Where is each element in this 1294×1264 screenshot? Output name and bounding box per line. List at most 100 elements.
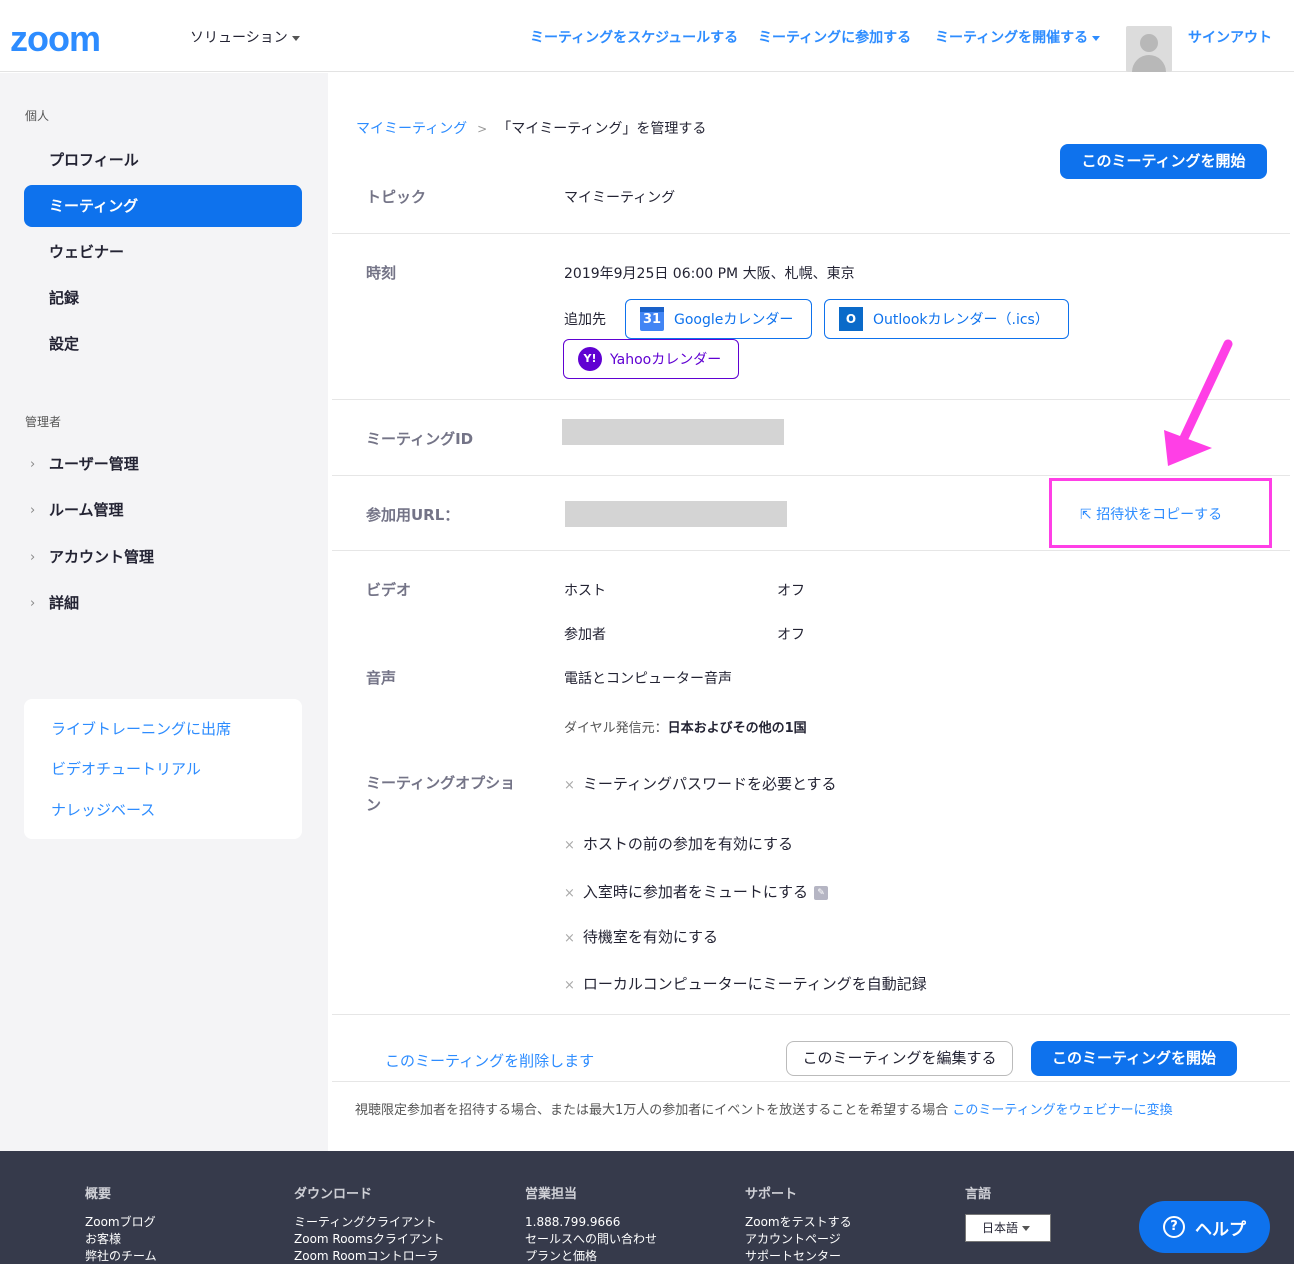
dial-from-value: 日本およびその他の1国	[667, 721, 807, 736]
dial-from: ダイヤル発信元：日本およびその他の1国	[564, 717, 807, 736]
nav-join-link[interactable]: ミーティングに参加する	[758, 27, 911, 47]
outlook-calendar-label: Outlookカレンダー（.ics）	[873, 312, 1049, 328]
yahoo-calendar-button[interactable]: Y! Yahooカレンダー	[563, 339, 739, 379]
meeting-options-label: ミーティングオプション	[366, 774, 516, 814]
video-participant-label: 参加者	[564, 627, 606, 643]
sidebar-item-user-management[interactable]: ユーザー管理	[24, 443, 302, 485]
footer-heading: 営業担当	[525, 1187, 578, 1202]
outlook-icon: O	[839, 307, 863, 331]
footer-link[interactable]: サポートセンター	[745, 1248, 852, 1264]
webinar-note-text: 視聴限定参加者を招待する場合、または最大1万人の参加者にイベントを放送することを…	[355, 1103, 949, 1118]
row-divider	[332, 1014, 1290, 1015]
webinar-conversion-note: 視聴限定参加者を招待する場合、または最大1万人の参加者にイベントを放送することを…	[355, 1099, 1173, 1118]
nav-host-label: ミーティングを開催する	[935, 30, 1089, 46]
sidebar: 個人 プロフィール ミーティング ウェビナー 記録 設定 管理者 › ユーザー管…	[0, 73, 328, 1151]
meeting-id-value-redacted	[562, 419, 784, 445]
video-tutorials-link[interactable]: ビデオチュートリアル	[51, 758, 201, 779]
x-icon: ×	[564, 886, 575, 901]
footer-link[interactable]: プランと価格	[525, 1248, 657, 1264]
sidebar-item-profile[interactable]: プロフィール	[24, 139, 302, 181]
footer-link[interactable]: Zoomをテストする	[745, 1214, 852, 1231]
row-divider	[332, 550, 1290, 551]
delete-meeting-link[interactable]: このミーティングを削除します	[385, 1050, 594, 1071]
help-button[interactable]: ? ヘルプ	[1139, 1201, 1270, 1253]
start-meeting-button-bottom[interactable]: このミーティングを開始	[1031, 1041, 1237, 1076]
option-label: 待機室を有効にする	[582, 928, 719, 946]
language-value: 日本語	[982, 1221, 1019, 1235]
yahoo-calendar-label: Yahooカレンダー	[610, 352, 722, 368]
question-icon: ?	[1163, 1216, 1185, 1238]
footer-link[interactable]: 弊社のチーム	[85, 1248, 157, 1264]
solutions-menu[interactable]: ソリューション	[190, 27, 300, 47]
outlook-calendar-button[interactable]: O Outlookカレンダー（.ics）	[824, 299, 1069, 339]
sidebar-item-settings[interactable]: 設定	[24, 323, 302, 365]
footer-link[interactable]: ミーティングクライアント	[294, 1214, 444, 1231]
row-divider	[332, 1081, 1290, 1082]
avatar[interactable]	[1126, 26, 1172, 72]
knowledge-base-link[interactable]: ナレッジベース	[51, 799, 155, 820]
sidebar-item-webinars[interactable]: ウェビナー	[24, 231, 302, 273]
edit-badge-icon[interactable]: ✎	[814, 885, 829, 900]
join-url-label: 参加用URL：	[366, 506, 460, 524]
meeting-id-label: ミーティングID	[366, 430, 474, 448]
sidebar-item-room-management[interactable]: ルーム管理	[24, 489, 302, 531]
x-icon: ×	[564, 778, 575, 793]
help-links-card: ライブトレーニングに出席 ビデオチュートリアル ナレッジベース	[24, 699, 302, 839]
video-participant-value: オフ	[777, 627, 805, 643]
sidebar-item-advanced[interactable]: 詳細	[24, 582, 302, 624]
footer-link[interactable]: Zoom Roomコントローラ	[294, 1248, 444, 1264]
footer-column-language: 言語 日本語	[965, 1183, 1051, 1242]
annotation-arrow-icon	[1164, 339, 1233, 466]
top-header: zoom ソリューション ミーティングをスケジュールする ミーティングに参加する…	[0, 0, 1294, 72]
audio-value: 電話とコンピューター音声	[564, 671, 732, 687]
video-host-label: ホスト	[564, 583, 606, 599]
audio-label: 音声	[366, 669, 397, 687]
row-divider	[332, 399, 1290, 400]
nav-schedule-link[interactable]: ミーティングをスケジュールする	[530, 27, 738, 47]
option-waiting-room: × 待機室を有効にする	[564, 926, 718, 947]
nav-host-menu[interactable]: ミーティングを開催する	[935, 27, 1101, 47]
footer-link[interactable]: Zoomブログ	[85, 1214, 157, 1231]
sidebar-section-personal: 個人	[25, 109, 50, 123]
topic-value: マイミーティング	[564, 190, 676, 206]
footer-link[interactable]: Zoom Roomsクライアント	[294, 1231, 444, 1248]
add-to-calendar-label: 追加先	[564, 312, 606, 328]
option-require-password: × ミーティングパスワードを必要とする	[564, 773, 837, 794]
option-mute-on-entry: × 入室時に参加者をミュートにする ✎	[564, 881, 829, 902]
option-label: 入室時に参加者をミュートにする	[582, 883, 809, 901]
time-label: 時刻	[366, 264, 397, 282]
footer-heading: ダウンロード	[294, 1187, 373, 1202]
option-auto-record-local: × ローカルコンピューターにミーティングを自動記録	[564, 973, 927, 994]
option-label: ローカルコンピューターにミーティングを自動記録	[582, 975, 927, 993]
signout-link[interactable]: サインアウト	[1188, 27, 1272, 47]
edit-meeting-button[interactable]: このミーティングを編集する	[786, 1041, 1013, 1076]
google-calendar-label: Googleカレンダー	[674, 312, 794, 328]
join-url-value-redacted	[565, 501, 787, 527]
annotation-highlight-box	[1049, 478, 1272, 548]
sidebar-item-account-management[interactable]: アカウント管理	[24, 536, 302, 578]
breadcrumb-my-meetings-link[interactable]: マイミーティング	[356, 121, 467, 137]
dial-from-label: ダイヤル発信元：	[564, 721, 668, 736]
row-divider	[332, 233, 1290, 234]
footer-link[interactable]: アカウントページ	[745, 1231, 852, 1248]
sidebar-item-recordings[interactable]: 記録	[24, 277, 302, 319]
footer-link[interactable]: お客様	[85, 1231, 157, 1248]
footer-link[interactable]: 1.888.799.9666	[525, 1214, 657, 1231]
convert-to-webinar-link[interactable]: このミーティングをウェビナーに変換	[952, 1103, 1172, 1118]
footer-column-about: 概要 Zoomブログ お客様 弊社のチーム	[85, 1183, 157, 1264]
sidebar-item-meetings[interactable]: ミーティング	[24, 185, 302, 227]
breadcrumb-separator: >	[477, 122, 488, 136]
chevron-down-icon	[1022, 1226, 1031, 1231]
breadcrumb: マイミーティング > 「マイミーティング」を管理する	[356, 118, 706, 138]
chevron-down-icon	[291, 35, 300, 41]
footer-link[interactable]: セールスへの問い合わせ	[525, 1231, 657, 1248]
sidebar-section-admin: 管理者	[25, 415, 62, 429]
topic-label: トピック	[366, 188, 427, 206]
start-meeting-button-top[interactable]: このミーティングを開始	[1060, 144, 1267, 179]
breadcrumb-current: 「マイミーティング」を管理する	[497, 121, 707, 137]
chevron-down-icon	[1092, 35, 1101, 41]
google-calendar-button[interactable]: 31 Googleカレンダー	[625, 299, 812, 339]
zoom-logo[interactable]: zoom	[10, 18, 101, 60]
live-training-link[interactable]: ライブトレーニングに出席	[51, 718, 231, 739]
language-select[interactable]: 日本語	[965, 1214, 1051, 1242]
